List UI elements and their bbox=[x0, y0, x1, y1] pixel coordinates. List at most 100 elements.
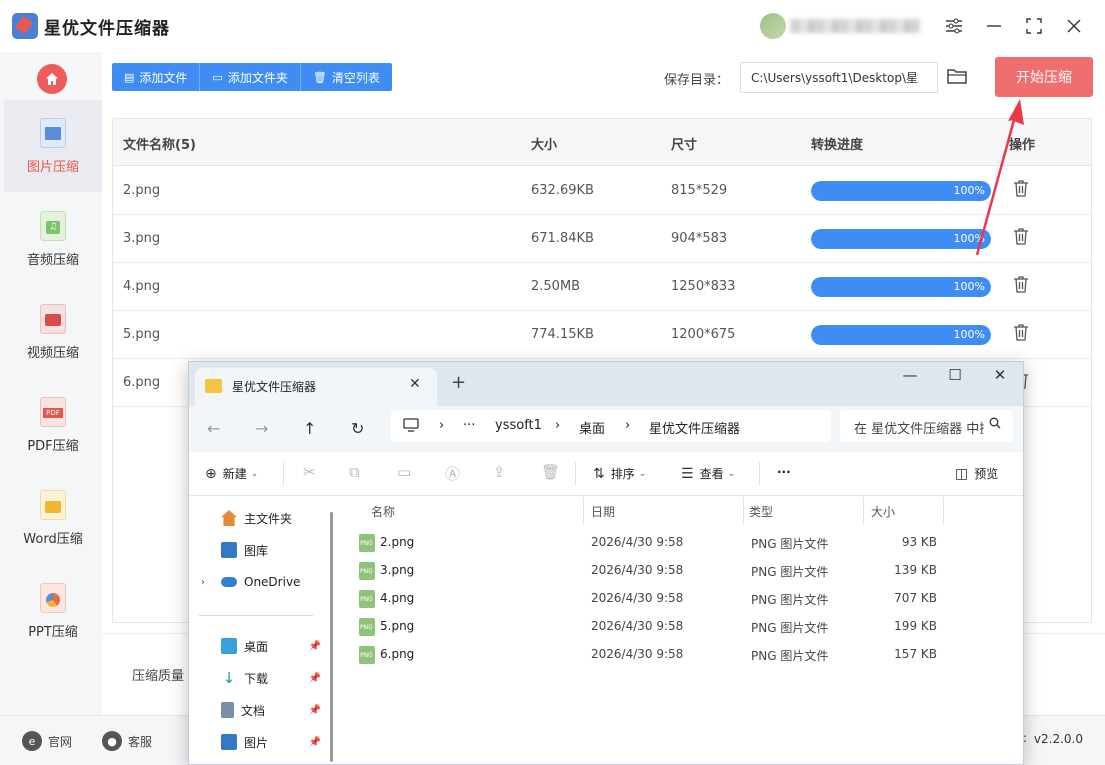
documents-icon bbox=[221, 702, 234, 718]
explorer-file-date: 2026/4/30 9:58 bbox=[591, 619, 684, 633]
new-tab-button[interactable]: + bbox=[451, 372, 466, 393]
user-avatar[interactable] bbox=[760, 13, 786, 39]
back-button[interactable]: ← bbox=[207, 419, 220, 438]
col-header-date[interactable]: 日期 bbox=[591, 503, 615, 520]
sort-label: 排序 bbox=[610, 467, 635, 481]
paste-icon[interactable]: ▭ bbox=[397, 463, 411, 481]
list-item[interactable]: 2.png 2026/4/30 9:58 PNG 图片文件 93 KB bbox=[349, 529, 1009, 557]
website-link[interactable]: e 官网 bbox=[22, 731, 72, 751]
nav-item-documents[interactable]: 文档 📌 bbox=[199, 695, 323, 725]
save-dir-input[interactable]: C:\Users\yssoft1\Desktop\星 bbox=[740, 62, 938, 93]
address-part-desktop[interactable]: 桌面 bbox=[579, 418, 605, 437]
list-item[interactable]: 6.png 2026/4/30 9:58 PNG 图片文件 157 KB bbox=[349, 641, 1009, 669]
refresh-button[interactable]: ↻ bbox=[351, 419, 364, 438]
list-item[interactable]: 5.png 2026/4/30 9:58 PNG 图片文件 199 KB bbox=[349, 613, 1009, 641]
support-link[interactable]: ● 客服 bbox=[102, 731, 152, 751]
minimize-button[interactable] bbox=[980, 12, 1008, 40]
tab-close-icon[interactable]: ✕ bbox=[409, 376, 421, 392]
sidebar-item-audio[interactable]: ♫ 音频压缩 bbox=[4, 193, 102, 285]
col-header-name[interactable]: 名称 bbox=[371, 503, 395, 520]
view-button[interactable]: ☰ 查看 ⌄ bbox=[681, 465, 735, 482]
copy-icon[interactable]: ⧉ bbox=[349, 463, 360, 481]
plus-circle-icon: ⊕ bbox=[205, 465, 217, 482]
preview-button[interactable]: ◫ 预览 bbox=[955, 465, 998, 482]
preview-label: 预览 bbox=[974, 467, 999, 481]
share-icon[interactable]: ⇪ bbox=[493, 463, 506, 481]
delete-row-icon[interactable] bbox=[1013, 227, 1029, 247]
settings-icon[interactable] bbox=[940, 12, 968, 40]
sidebar-item-word[interactable]: Word压缩 bbox=[4, 472, 102, 564]
list-item[interactable]: 4.png 2026/4/30 9:58 PNG 图片文件 707 KB bbox=[349, 585, 1009, 613]
add-file-button[interactable]: ▤ 添加文件 bbox=[112, 63, 201, 91]
column-divider[interactable] bbox=[743, 497, 744, 525]
sidebar-item-ppt[interactable]: PPT压缩 bbox=[4, 565, 102, 657]
nav-item-desktop[interactable]: 桌面 📌 bbox=[199, 631, 323, 661]
address-part-folder[interactable]: 星优文件压缩器 bbox=[649, 418, 740, 437]
explorer-maximize-button[interactable]: ☐ bbox=[940, 366, 970, 384]
explorer-file-name: 2.png bbox=[380, 535, 415, 549]
pin-icon[interactable]: 📌 bbox=[309, 641, 321, 652]
progress-text: 100% bbox=[953, 328, 985, 341]
col-header-type[interactable]: 类型 bbox=[749, 503, 773, 520]
explorer-minimize-button[interactable]: — bbox=[895, 366, 925, 384]
address-bar[interactable]: › ··· yssoft1 › 桌面 › 星优文件压缩器 bbox=[391, 410, 831, 442]
list-item[interactable]: 3.png 2026/4/30 9:58 PNG 图片文件 139 KB bbox=[349, 557, 1009, 585]
start-compress-button[interactable]: 开始压缩 bbox=[995, 57, 1093, 97]
divider bbox=[199, 615, 313, 616]
address-more[interactable]: ··· bbox=[463, 418, 475, 433]
explorer-file-name: 3.png bbox=[380, 563, 415, 577]
add-folder-button[interactable]: ▭ 添加文件夹 bbox=[200, 63, 301, 91]
more-options-button[interactable]: ··· bbox=[777, 465, 791, 479]
delete-row-icon[interactable] bbox=[1013, 275, 1029, 295]
new-button[interactable]: ⊕ 新建 ⌄ bbox=[205, 465, 258, 482]
column-divider[interactable] bbox=[583, 497, 584, 525]
pin-icon[interactable]: 📌 bbox=[309, 737, 321, 748]
explorer-file-type: PNG 图片文件 bbox=[751, 565, 829, 579]
delete-icon[interactable]: 🗑 bbox=[541, 463, 560, 481]
pin-icon[interactable]: 📌 bbox=[309, 673, 321, 684]
sort-icon: ⇅ bbox=[593, 465, 605, 482]
cut-icon[interactable]: ✂ bbox=[303, 463, 316, 481]
explorer-file-name: 5.png bbox=[380, 619, 415, 633]
sidebar-item-pdf[interactable]: PDF PDF压缩 bbox=[4, 379, 102, 471]
forward-button[interactable]: → bbox=[255, 419, 268, 438]
clear-list-label: 清空列表 bbox=[331, 70, 380, 85]
explorer-tab[interactable]: 星优文件压缩器 ✕ bbox=[195, 368, 437, 406]
clear-list-button[interactable]: 🗑 清空列表 bbox=[300, 63, 392, 91]
png-file-icon bbox=[359, 618, 375, 636]
explorer-close-button[interactable]: ✕ bbox=[985, 366, 1015, 384]
sort-button[interactable]: ⇅ 排序 ⌄ bbox=[593, 465, 646, 482]
explorer-file-type: PNG 图片文件 bbox=[751, 621, 829, 635]
nav-pane-scrollbar[interactable] bbox=[330, 512, 333, 762]
search-input[interactable]: 在 星优文件压缩器 中搜索 bbox=[840, 410, 1013, 442]
nav-item-label: 图库 bbox=[244, 543, 269, 558]
address-part-user[interactable]: yssoft1 bbox=[495, 418, 542, 433]
explorer-file-type: PNG 图片文件 bbox=[751, 537, 829, 551]
column-divider[interactable] bbox=[943, 497, 944, 525]
chat-icon: ● bbox=[102, 731, 122, 751]
rename-icon[interactable]: Ⓐ bbox=[445, 463, 460, 484]
progress-text: 100% bbox=[953, 184, 985, 197]
pin-icon[interactable]: 📌 bbox=[309, 705, 321, 716]
nav-item-downloads[interactable]: ↓ 下载 📌 bbox=[199, 663, 323, 693]
delete-row-icon[interactable] bbox=[1013, 179, 1029, 199]
column-divider[interactable] bbox=[863, 497, 864, 525]
col-header-size[interactable]: 大小 bbox=[871, 503, 895, 520]
sidebar-item-image[interactable]: 图片压缩 bbox=[4, 100, 102, 192]
nav-item-onedrive[interactable]: › OneDrive bbox=[199, 567, 323, 597]
chevron-right-icon[interactable]: › bbox=[201, 577, 205, 588]
search-placeholder: 在 星优文件压缩器 中搜索 bbox=[854, 422, 984, 437]
sidebar-item-video[interactable]: 视频压缩 bbox=[4, 286, 102, 378]
close-button[interactable] bbox=[1060, 12, 1088, 40]
delete-row-icon[interactable] bbox=[1013, 323, 1029, 343]
png-file-icon bbox=[359, 646, 375, 664]
nav-item-home[interactable]: 主文件夹 bbox=[199, 503, 323, 533]
up-button[interactable]: ↑ bbox=[303, 419, 316, 438]
nav-item-label: OneDrive bbox=[244, 575, 301, 589]
app-title: 星优文件压缩器 bbox=[44, 19, 170, 39]
fullscreen-button[interactable] bbox=[1020, 12, 1048, 40]
nav-item-pictures[interactable]: 图片 📌 bbox=[199, 727, 323, 757]
home-button[interactable] bbox=[37, 64, 67, 94]
nav-item-gallery[interactable]: 图库 bbox=[199, 535, 323, 565]
browse-folder-icon[interactable] bbox=[946, 66, 970, 88]
